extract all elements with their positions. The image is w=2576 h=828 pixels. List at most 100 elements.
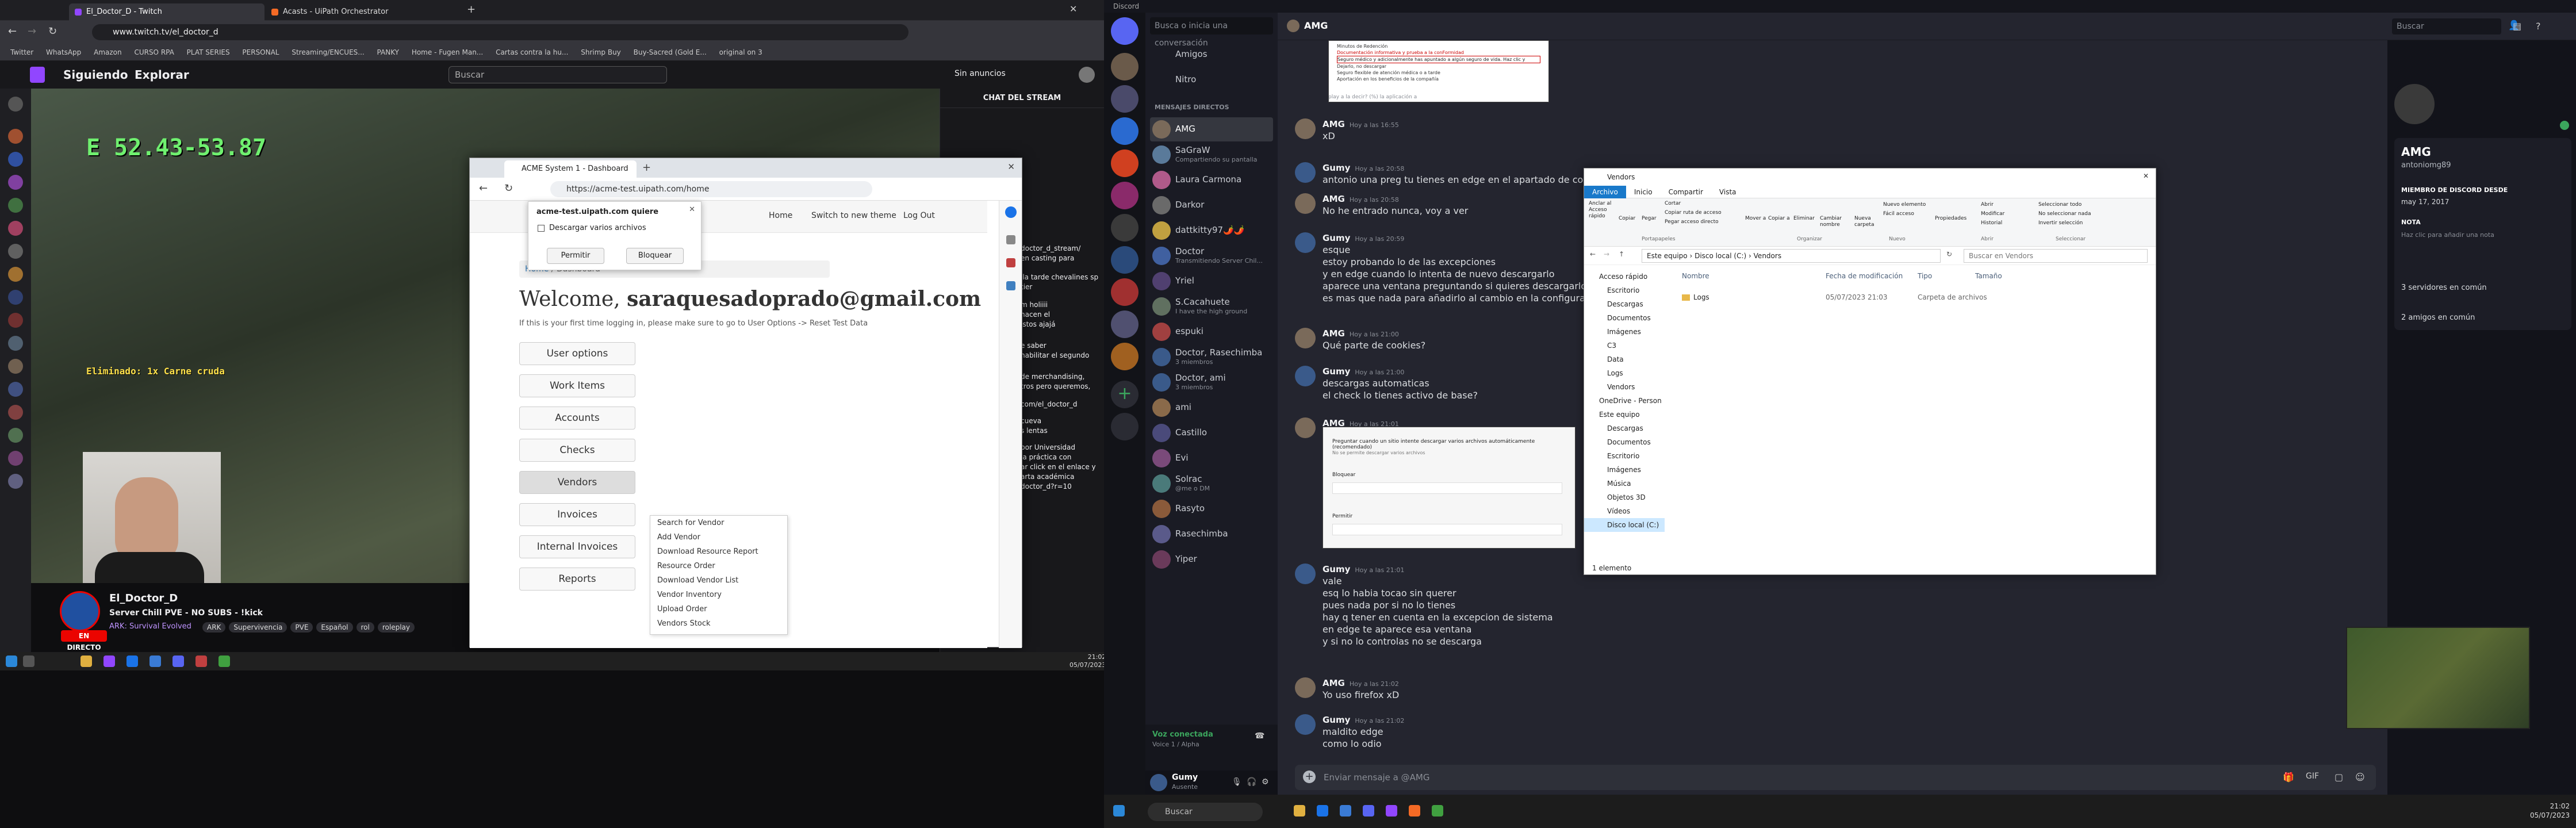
ribbon-tab-share[interactable]: Compartir [1661, 186, 1711, 198]
close-window-icon[interactable]: ✕ [2143, 172, 2149, 180]
avatar[interactable] [1150, 774, 1167, 791]
col-name[interactable]: Nombre [1682, 272, 1709, 280]
dm-item[interactable]: Doctor Transmitiendo Server Chil... [1150, 244, 1273, 268]
tree-item[interactable]: Escritorio [1584, 283, 1665, 297]
explorer-icon[interactable] [80, 656, 92, 667]
close-window-icon[interactable]: ✕ [1007, 162, 1015, 172]
message-author[interactable]: AMG [1322, 328, 1345, 339]
avatar[interactable] [1295, 162, 1316, 183]
dm-item[interactable]: Rasyto [1150, 497, 1273, 521]
message-author[interactable]: AMG [1322, 678, 1345, 688]
menu-work-items[interactable]: Work Items [519, 374, 635, 397]
path-breadcrumb[interactable]: Este equipo › Disco local (C:) › Vendors [1642, 249, 1941, 263]
tree-item[interactable]: Música [1584, 477, 1665, 490]
bookmark[interactable]: original on 3 [719, 44, 762, 61]
channel-avatar[interactable] [8, 451, 23, 466]
new-tab-button[interactable]: + [642, 162, 651, 174]
channel-avatar[interactable] [8, 290, 23, 305]
server-icon[interactable] [1111, 214, 1138, 241]
refresh-icon[interactable]: ↻ [1946, 250, 1952, 258]
submenu-download-vendor-list[interactable]: Download Vendor List [650, 573, 787, 588]
nav-switch-theme[interactable]: Switch to new theme [811, 211, 896, 220]
sticker-icon[interactable]: ▢ [2334, 772, 2343, 783]
dm-item[interactable]: Rasechimba [1150, 522, 1273, 546]
edge-icon[interactable] [1317, 805, 1328, 816]
message-composer[interactable]: Enviar mensaje a @AMG [1295, 765, 2376, 790]
dm-item[interactable]: dattkitty97🌶️🌶️ [1150, 218, 1273, 243]
tab-twitch[interactable]: El_Doctor_D - Twitch [69, 3, 264, 21]
friends-item[interactable]: Amigos [1150, 43, 1273, 67]
attachment-settings-image[interactable]: Preguntar cuando un sitio intente descar… [1322, 427, 1575, 549]
emoji-icon[interactable]: ☺ [2355, 772, 2365, 783]
back-icon[interactable]: ← [1590, 250, 1596, 258]
voice-channel[interactable]: Voice 1 / Alpha [1152, 741, 1199, 748]
channel-avatar[interactable] [8, 244, 23, 259]
ribbon-tab-file[interactable]: Archivo [1584, 186, 1626, 198]
server-icon[interactable] [1111, 343, 1138, 370]
attach-plus-icon[interactable]: + [1303, 770, 1316, 783]
bookmark[interactable]: PANKY [377, 44, 399, 61]
message-author[interactable]: Gumy [1322, 366, 1350, 377]
sidebar-collapse-icon[interactable] [8, 97, 23, 112]
twitch-logo-icon[interactable] [30, 67, 45, 83]
select-none-button[interactable]: No seleccionar nada [2038, 211, 2091, 217]
tree-item[interactable]: Data [1584, 352, 1665, 366]
tab-acme-dashboard[interactable]: ACME System 1 - Dashboard [504, 160, 637, 178]
tag[interactable]: Español [316, 622, 353, 632]
shopping-icon[interactable] [1006, 258, 1015, 267]
channel-avatar[interactable] [8, 405, 23, 420]
bookmark[interactable]: Home - Fugen Man... [412, 44, 483, 61]
tag[interactable]: ARK [202, 622, 226, 632]
taskbar-search-input[interactable]: Buscar [1148, 803, 1263, 821]
server-icon[interactable] [1111, 246, 1138, 274]
channel-avatar[interactable] [8, 428, 23, 443]
gif-icon[interactable]: GIF [2306, 772, 2319, 781]
channel-avatar[interactable] [8, 267, 23, 282]
avatar[interactable] [1295, 564, 1316, 584]
message-author[interactable]: Gumy [1322, 564, 1350, 574]
dm-item[interactable]: Laura Carmona [1150, 168, 1273, 192]
forward-icon[interactable]: → [28, 25, 36, 37]
avatar[interactable] [1295, 366, 1316, 386]
inbox-icon[interactable]: ▤ [2513, 21, 2521, 32]
reload-icon[interactable]: ↻ [48, 25, 57, 37]
easy-access-button[interactable]: Fácil acceso [1883, 211, 1914, 217]
nav-following[interactable]: Siguiendo [63, 61, 128, 89]
tree-item[interactable]: Vendors [1584, 380, 1665, 394]
dm-item[interactable]: Solrac @me o DM [1150, 471, 1273, 496]
submenu-add-vendor[interactable]: Add Vendor [650, 530, 787, 545]
explorer-search-input[interactable]: Buscar en Vendors [1964, 249, 2148, 263]
bookmark[interactable]: Amazon [94, 44, 122, 61]
tree-item[interactable]: Este equipo [1584, 408, 1665, 421]
avatar[interactable] [1295, 232, 1316, 253]
game-link[interactable]: ARK: Survival Evolved [109, 622, 191, 631]
tree-item[interactable]: Imágenes [1584, 463, 1665, 477]
dm-item[interactable]: S.Cacahuete I have the high ground [1150, 294, 1273, 319]
move-to-button[interactable]: Mover a [1745, 216, 1766, 221]
server-icon[interactable] [1111, 150, 1138, 177]
copilot-icon[interactable] [1005, 206, 1017, 218]
tag[interactable]: PVE [290, 622, 313, 632]
edge-icon[interactable] [126, 656, 138, 667]
tree-item[interactable]: Descargas [1584, 297, 1665, 311]
file-row[interactable]: Logs 05/07/2023 21:03 Carpeta de archivo… [1682, 292, 2142, 304]
channel-avatar[interactable] [8, 129, 23, 144]
tree-item[interactable]: Documentos [1584, 435, 1665, 449]
start-icon[interactable] [1113, 805, 1125, 816]
tree-item[interactable]: OneDrive - Person [1584, 394, 1665, 408]
dm-item[interactable]: Evi [1150, 446, 1273, 470]
headphones-icon[interactable]: 🎧 [1247, 777, 1256, 787]
copy-button[interactable]: Copiar [1619, 216, 1635, 221]
server-icon[interactable] [1111, 310, 1138, 338]
app-icon[interactable] [1432, 805, 1443, 816]
start-icon[interactable] [6, 656, 17, 667]
menu-internal-invoices[interactable]: Internal Invoices [519, 535, 635, 558]
avatar[interactable] [1295, 677, 1316, 698]
mutual-friends[interactable]: 2 amigos en común [2394, 306, 2571, 330]
dm-item[interactable]: Doctor, Rasechimba 3 miembros [1150, 345, 1273, 369]
help-icon[interactable]: ? [2536, 21, 2541, 32]
channel-avatar[interactable] [8, 175, 23, 190]
edge-address-bar[interactable]: https://acme-test.uipath.com/home [550, 181, 872, 197]
ribbon-tab-home[interactable]: Inicio [1626, 186, 1661, 198]
paste-button[interactable]: Pegar [1642, 216, 1657, 221]
